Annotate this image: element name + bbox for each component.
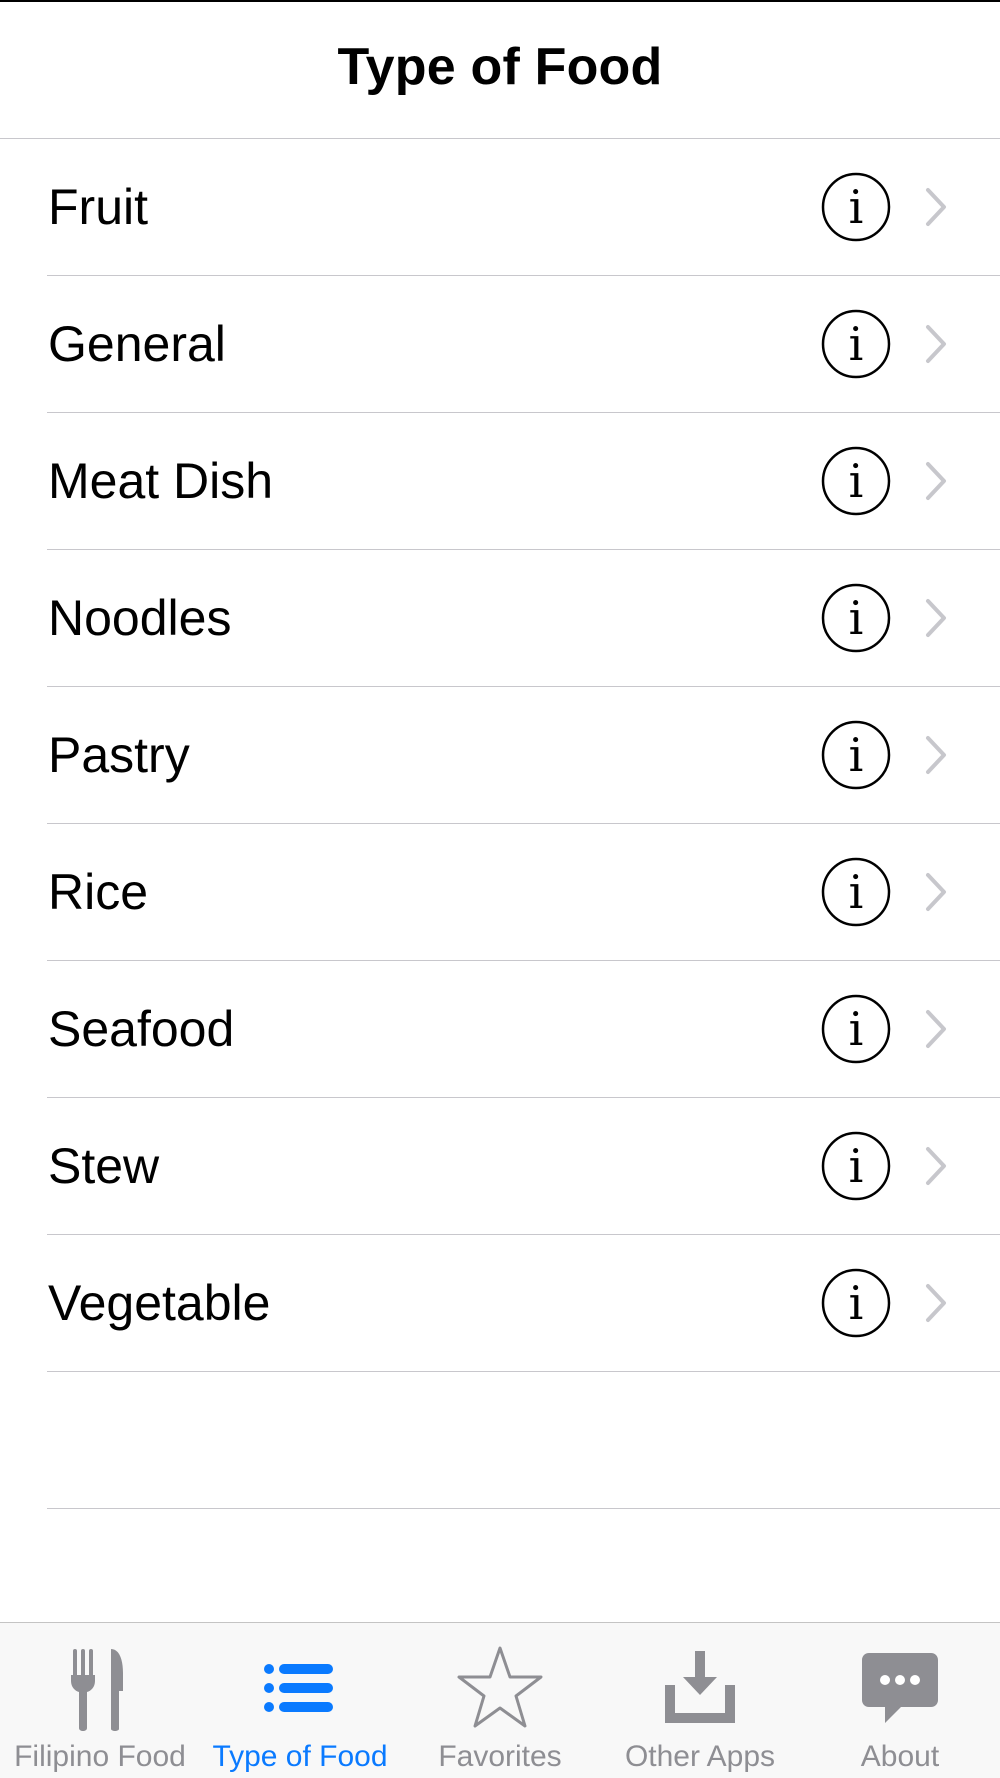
svg-text:i: i [849,1276,864,1330]
chevron-right-icon [926,873,946,911]
chevron-right-icon [926,1147,946,1185]
svg-text:i: i [849,1139,864,1193]
tab-type-of-food[interactable]: Type of Food [200,1623,400,1778]
list-item-label: Stew [48,1138,160,1194]
list-icon [264,1664,333,1712]
navigation-bar: Type of Food [0,0,1000,139]
tab-label: Type of Food [212,1740,388,1773]
tab-favorites[interactable]: Favorites [400,1623,600,1778]
list-item-label: Seafood [48,1001,235,1057]
info-icon[interactable]: i [821,1268,891,1338]
info-icon[interactable]: i [821,172,891,242]
fork-knife-icon [71,1649,123,1731]
tab-bar: Filipino Food Type of Food Favorites Oth… [0,1622,1000,1778]
chevron-right-icon [926,1284,946,1322]
info-icon[interactable]: i [821,1131,891,1201]
list-item-label: Pastry [48,727,190,783]
list-item-general[interactable]: General i [47,276,1000,413]
tab-label: About [860,1740,940,1773]
star-icon [457,1646,543,1728]
tab-label: Other Apps [624,1740,776,1773]
food-type-list: Fruit i General i Meat Dish i Noodles i … [0,139,1000,1509]
list-item-label: Vegetable [48,1275,271,1331]
chevron-right-icon [926,462,946,500]
tab-label: Favorites [438,1740,562,1773]
list-item-meat-dish[interactable]: Meat Dish i [47,413,1000,550]
list-item-label: General [48,316,226,372]
list-item-fruit[interactable]: Fruit i [47,139,1000,276]
chevron-right-icon [926,188,946,226]
empty-list-row [47,1372,1000,1509]
list-item-label: Meat Dish [48,453,274,509]
svg-text:i: i [849,865,864,919]
page-title: Type of Food [337,38,663,96]
info-icon[interactable]: i [821,857,891,927]
info-icon[interactable]: i [821,446,891,516]
list-item-label: Rice [48,864,149,920]
svg-text:i: i [849,317,864,371]
list-item-stew[interactable]: Stew i [47,1098,1000,1235]
list-item-label: Fruit [48,179,148,235]
info-icon[interactable]: i [821,583,891,653]
chevron-right-icon [926,325,946,363]
list-item-vegetable[interactable]: Vegetable i [47,1235,1000,1372]
list-item-pastry[interactable]: Pastry i [47,687,1000,824]
tab-about[interactable]: About [800,1623,1000,1778]
svg-text:i: i [849,728,864,782]
tab-other-apps[interactable]: Other Apps [600,1623,800,1778]
tab-label: Filipino Food [14,1740,186,1773]
list-item-seafood[interactable]: Seafood i [47,961,1000,1098]
svg-text:i: i [849,591,864,645]
chat-bubble-icon [862,1653,938,1723]
chevron-right-icon [926,736,946,774]
svg-text:i: i [849,1002,864,1056]
list-item-label: Noodles [48,590,232,646]
list-item-noodles[interactable]: Noodles i [47,550,1000,687]
chevron-right-icon [926,599,946,637]
tab-filipino-food[interactable]: Filipino Food [0,1623,200,1778]
info-icon[interactable]: i [821,309,891,379]
svg-text:i: i [849,180,864,234]
info-icon[interactable]: i [821,994,891,1064]
info-icon[interactable]: i [821,720,891,790]
svg-text:i: i [849,454,864,508]
chevron-right-icon [926,1010,946,1048]
download-icon [665,1651,735,1723]
list-item-rice[interactable]: Rice i [47,824,1000,961]
